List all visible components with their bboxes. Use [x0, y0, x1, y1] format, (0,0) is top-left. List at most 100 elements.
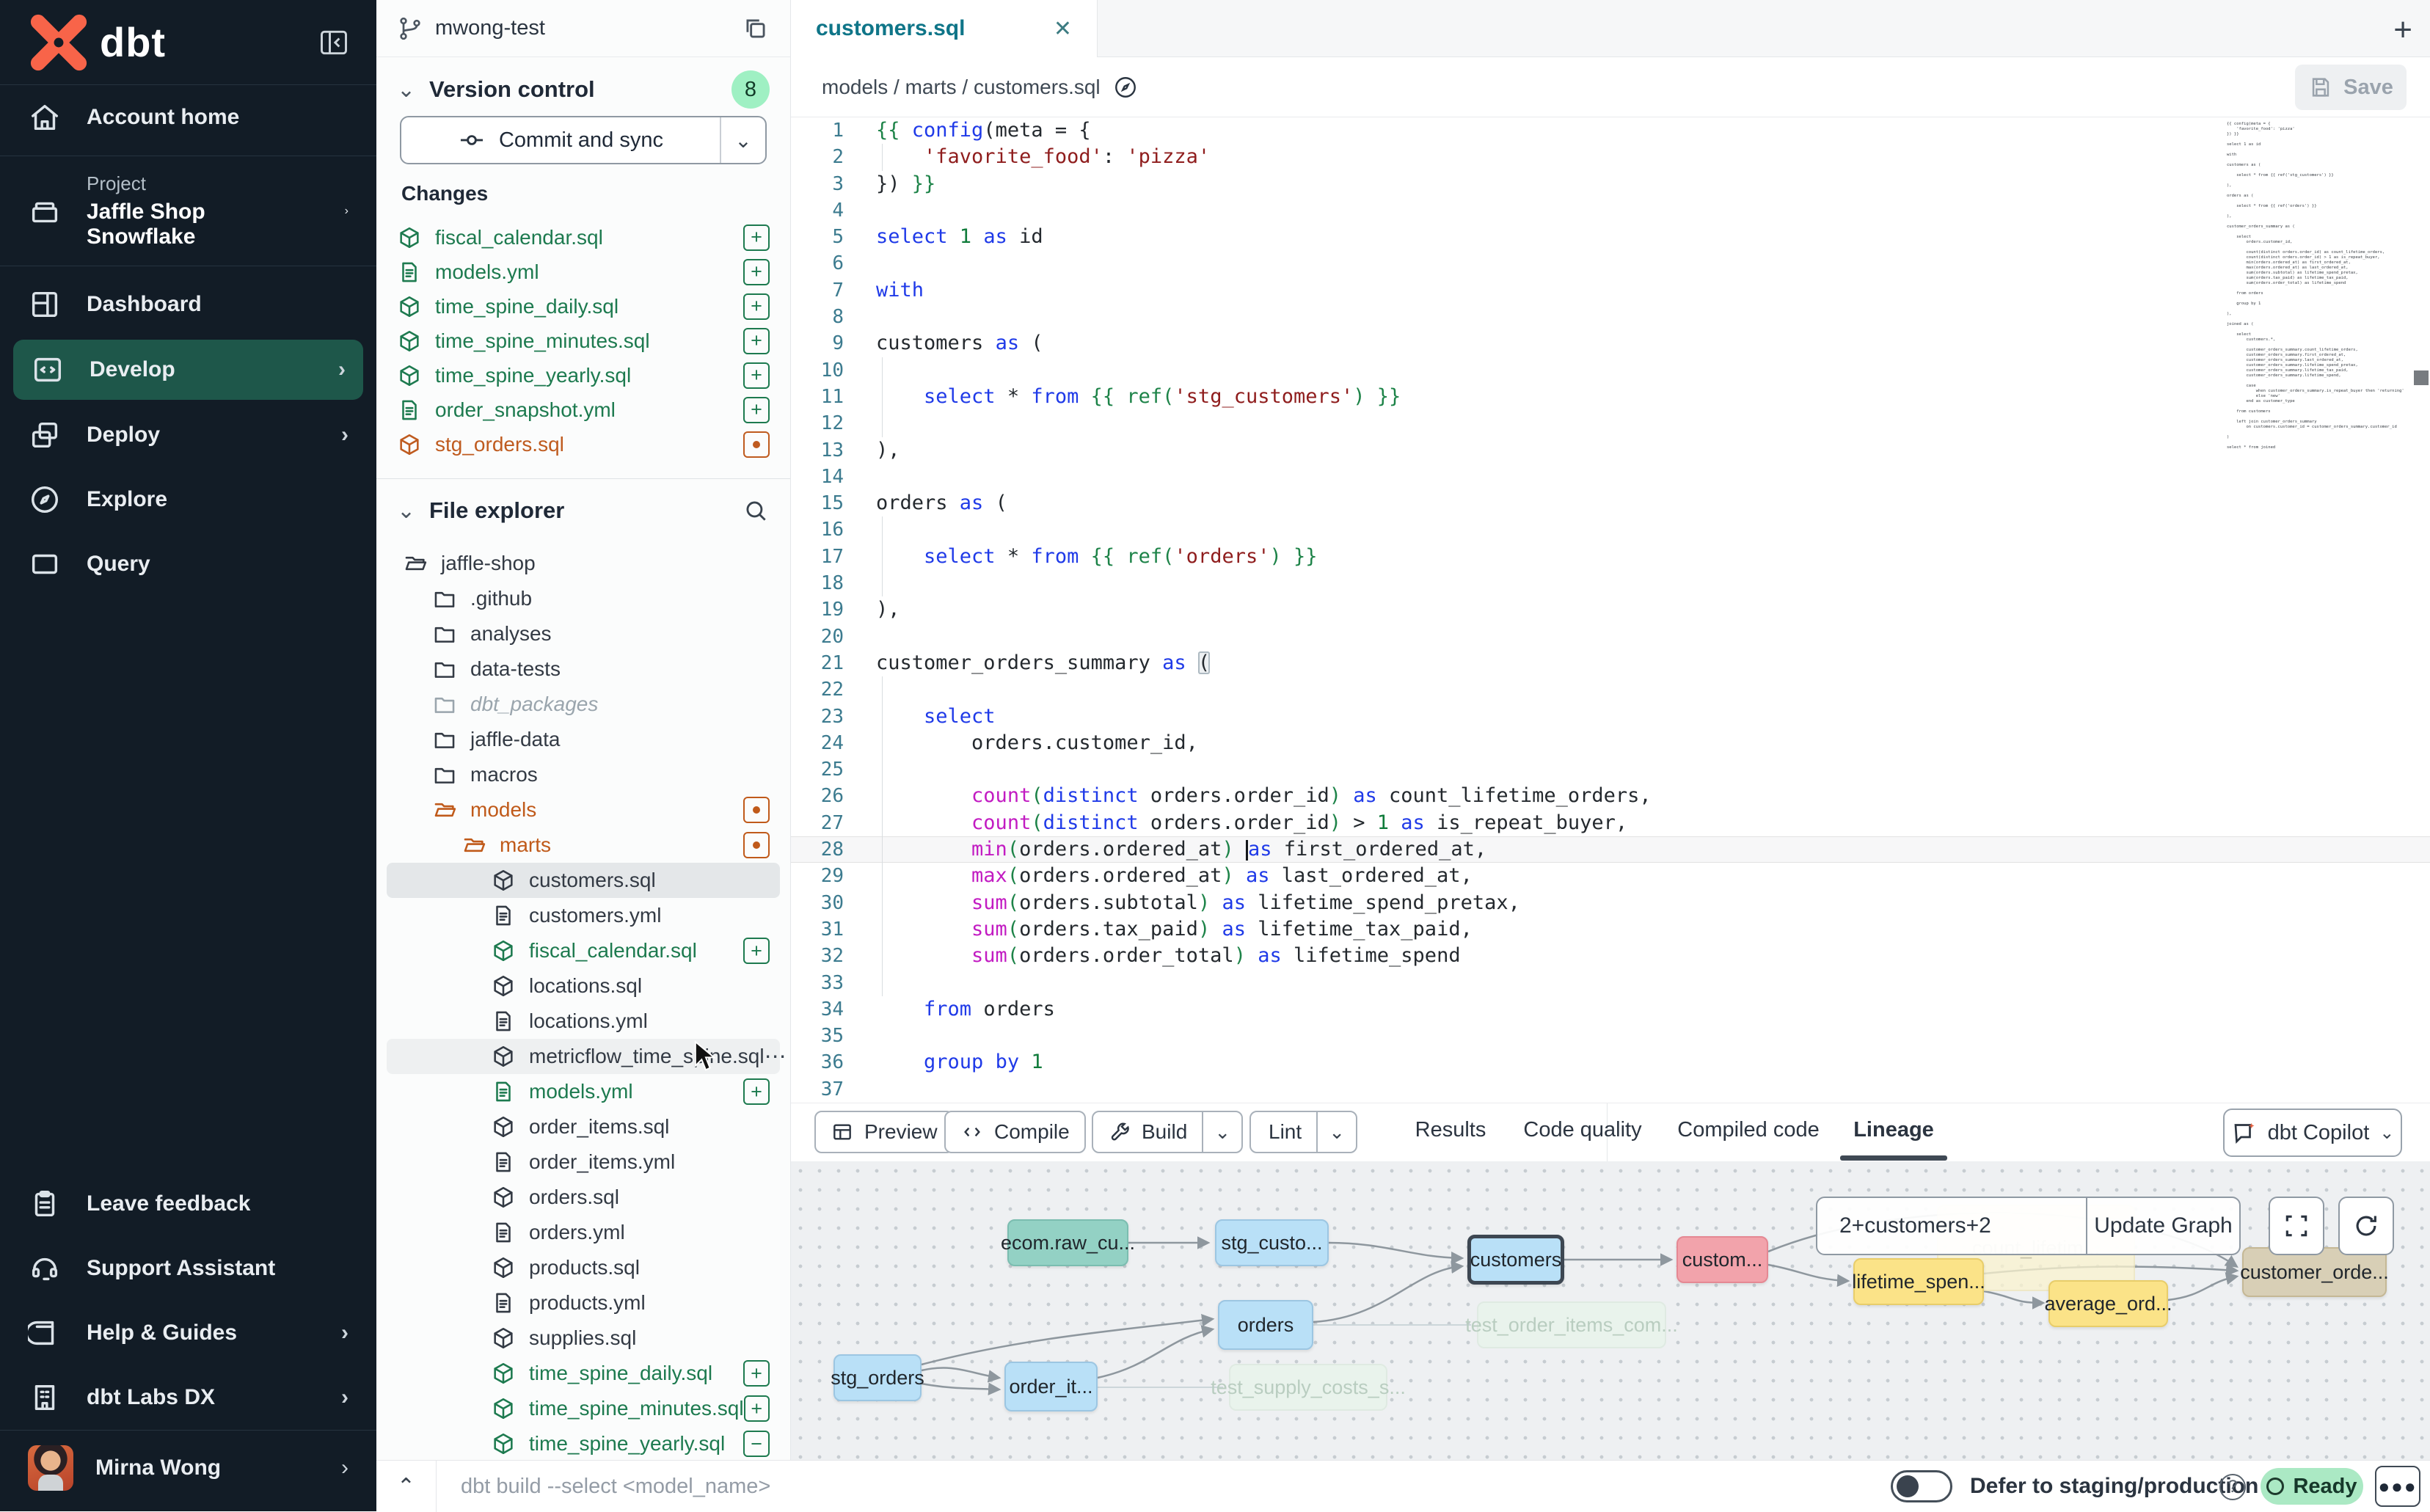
code-line[interactable]: 6 — [791, 250, 2430, 277]
code-line[interactable]: 7with — [791, 277, 2430, 304]
added-badge[interactable]: + — [743, 293, 770, 320]
code-line[interactable]: 19), — [791, 596, 2430, 623]
save-button[interactable]: Save — [2295, 65, 2407, 110]
code-line[interactable]: 14 — [791, 464, 2430, 490]
sidebar-item-explore[interactable]: Explore — [0, 467, 376, 532]
code-line[interactable]: 35 — [791, 1023, 2430, 1049]
tree-item-order-items-sql[interactable]: order_items.sql — [387, 1109, 780, 1144]
sidebar-item-dbt-labs-dx[interactable]: dbt Labs DX› — [0, 1365, 376, 1430]
code-line[interactable]: 18 — [791, 570, 2430, 596]
plus-badge[interactable]: + — [743, 1078, 770, 1105]
compile-button[interactable]: Compile — [944, 1111, 1086, 1153]
modified-badge[interactable] — [743, 431, 770, 458]
results-tab-compiled-code[interactable]: Compiled code — [1677, 1103, 1819, 1157]
lineage-node-customers[interactable]: customers — [1467, 1235, 1564, 1285]
more-options-button[interactable]: ●●● — [2375, 1466, 2420, 1507]
results-tab-code-quality[interactable]: Code quality — [1523, 1103, 1641, 1157]
code-line[interactable]: 17 select * from {{ ref('orders') }} — [791, 544, 2430, 570]
change-item[interactable]: time_spine_yearly.sql+ — [376, 358, 790, 392]
change-item[interactable]: fiscal_calendar.sql+ — [376, 220, 790, 255]
minimap[interactable]: {{ config(meta = { 'favorite_food': 'piz… — [2227, 122, 2363, 450]
update-graph-button[interactable]: Update Graph — [2086, 1198, 2239, 1254]
code-line[interactable]: 30 sum(orders.subtotal) as lifetime_spen… — [791, 890, 2430, 916]
added-badge[interactable]: + — [743, 259, 770, 285]
branch-name[interactable]: mwong-test — [435, 16, 545, 40]
tree-item-models-yml[interactable]: models.yml+ — [387, 1074, 780, 1109]
code-line[interactable]: 26 count(distinct orders.order_id) as co… — [791, 783, 2430, 809]
lint-button[interactable]: Lint ⌄ — [1249, 1111, 1357, 1153]
row-menu-icon[interactable]: ⋯ — [765, 1044, 788, 1070]
tree-item-products-sql[interactable]: products.sql — [387, 1250, 780, 1285]
sidebar-item-develop[interactable]: Develop› — [13, 340, 363, 400]
tree-item-analyses[interactable]: analyses — [387, 616, 780, 651]
tree-item--github[interactable]: .github — [387, 581, 780, 616]
editor-scrollbar[interactable] — [2414, 370, 2429, 385]
tree-item-time-spine-daily-sql[interactable]: time_spine_daily.sql+ — [387, 1356, 780, 1391]
version-control-header[interactable]: ⌄ Version control 8 — [376, 67, 790, 112]
tree-item-marts[interactable]: marts — [387, 828, 780, 863]
user-menu[interactable]: Mirna Wong › — [0, 1430, 376, 1511]
code-line[interactable]: 9customers as ( — [791, 330, 2430, 357]
code-line[interactable]: 16 — [791, 516, 2430, 543]
file-explorer-header[interactable]: ⌄ File explorer — [376, 487, 790, 534]
code-line[interactable]: 34 from orders — [791, 996, 2430, 1023]
sidebar-item-dashboard[interactable]: Dashboard — [0, 272, 376, 337]
expand-console-button[interactable]: ⌃ — [376, 1461, 437, 1512]
code-line[interactable]: 10 — [791, 357, 2430, 384]
dbt-copilot-button[interactable]: dbt Copilot ⌄ — [2223, 1109, 2402, 1157]
added-badge[interactable]: + — [743, 328, 770, 354]
tree-item-jaffle-data[interactable]: jaffle-data — [387, 722, 780, 757]
lineage-search-input[interactable]: 2+customers+2 — [1817, 1198, 2086, 1254]
code-line[interactable]: 13), — [791, 437, 2430, 464]
lineage-graph[interactable]: count_lifetim...ecom.raw_cu...stg_custo.… — [791, 1161, 2430, 1460]
sidebar-item-account-home[interactable]: Account home — [0, 85, 376, 150]
plus-badge[interactable]: + — [744, 1395, 770, 1422]
change-item[interactable]: order_snapshot.yml+ — [376, 392, 790, 427]
code-line[interactable]: 15orders as ( — [791, 490, 2430, 516]
command-input[interactable]: dbt build --select <model_name> — [461, 1461, 770, 1512]
build-button[interactable]: Build ⌄ — [1092, 1111, 1243, 1153]
code-line[interactable]: 8 — [791, 304, 2430, 330]
lineage-node-average-ord-[interactable]: average_ord... — [2048, 1280, 2168, 1327]
tree-item-customers-yml[interactable]: customers.yml — [387, 898, 780, 933]
sidebar-item-leave-feedback[interactable]: Leave feedback — [0, 1172, 376, 1236]
results-tab-lineage[interactable]: Lineage — [1853, 1103, 1934, 1157]
code-line[interactable]: 2 'favorite_food': 'pizza' — [791, 144, 2430, 170]
sidebar-item-help-guides[interactable]: Help & Guides› — [0, 1301, 376, 1365]
dot-badge[interactable] — [743, 832, 770, 858]
tree-item-locations-sql[interactable]: locations.sql — [387, 968, 780, 1004]
lineage-node-ecom-raw-cu-[interactable]: ecom.raw_cu... — [1007, 1219, 1128, 1266]
build-options-chevron[interactable]: ⌄ — [1202, 1112, 1241, 1152]
tab-customers-sql[interactable]: customers.sql ✕ — [791, 0, 1098, 57]
code-line[interactable]: 3}) }} — [791, 171, 2430, 197]
lineage-node-orders[interactable]: orders — [1218, 1300, 1313, 1350]
lineage-node-stg-orders[interactable]: stg_orders — [833, 1354, 922, 1401]
tree-item-dbt-packages[interactable]: dbt_packages — [387, 687, 780, 722]
tree-item-time-spine-yearly-sql[interactable]: time_spine_yearly.sql− — [387, 1426, 780, 1460]
tree-item-order-items-yml[interactable]: order_items.yml — [387, 1144, 780, 1180]
collapse-sidebar-icon[interactable] — [316, 26, 351, 59]
code-line[interactable]: 37 — [791, 1076, 2430, 1103]
commit-options-chevron[interactable]: ⌄ — [720, 117, 765, 163]
sidebar-item-query[interactable]: Query — [0, 532, 376, 596]
new-tab-icon[interactable]: + — [2393, 12, 2412, 48]
code-line[interactable]: 31 sum(orders.tax_paid) as lifetime_tax_… — [791, 916, 2430, 943]
plus-badge[interactable]: + — [743, 938, 770, 964]
tree-item-data-tests[interactable]: data-tests — [387, 651, 780, 687]
preview-button[interactable]: Preview — [814, 1111, 954, 1153]
copy-icon[interactable] — [742, 15, 770, 43]
code-line[interactable]: 28 min(orders.ordered_at) as first_order… — [791, 836, 2430, 863]
commit-and-sync-button[interactable]: Commit and sync ⌄ — [400, 116, 767, 164]
dot-badge[interactable] — [743, 797, 770, 823]
lineage-node-test-supply-costs-s-[interactable]: test_supply_costs_s... — [1229, 1364, 1387, 1411]
status-ready-badge[interactable]: Ready — [2261, 1468, 2363, 1505]
change-item[interactable]: models.yml+ — [376, 255, 790, 289]
tree-item-customers-sql[interactable]: customers.sql — [387, 863, 780, 898]
tree-item-macros[interactable]: macros — [387, 757, 780, 792]
change-item[interactable]: time_spine_minutes.sql+ — [376, 324, 790, 358]
code-line[interactable]: 4 — [791, 197, 2430, 224]
code-line[interactable]: 5select 1 as id — [791, 224, 2430, 250]
change-item[interactable]: stg_orders.sql — [376, 427, 790, 461]
code-line[interactable]: 27 count(distinct orders.order_id) > 1 a… — [791, 810, 2430, 836]
tree-item-products-yml[interactable]: products.yml — [387, 1285, 780, 1321]
